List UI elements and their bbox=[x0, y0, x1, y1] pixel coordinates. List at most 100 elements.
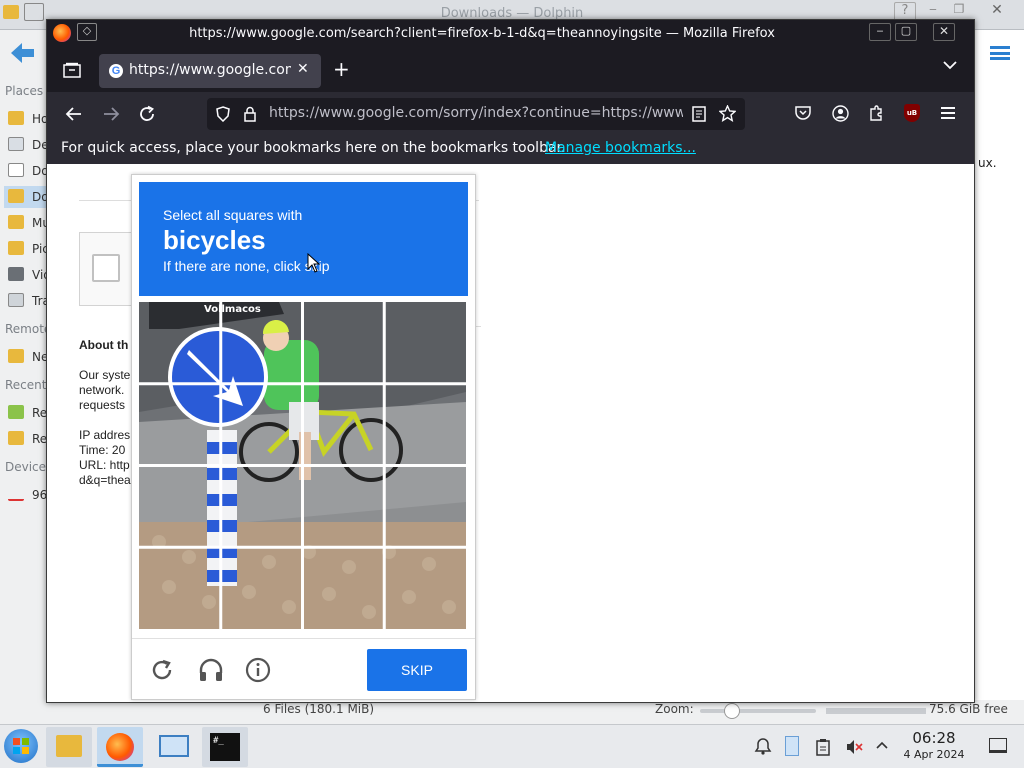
folder-videos-icon bbox=[8, 267, 24, 281]
grid-tile-r1c4[interactable] bbox=[385, 302, 466, 384]
lock-icon[interactable] bbox=[243, 106, 257, 122]
pocket-icon[interactable] bbox=[795, 106, 811, 121]
zoom-slider-handle[interactable] bbox=[724, 703, 740, 719]
grid-tile-r1c1[interactable] bbox=[139, 302, 221, 384]
tracking-protection-shield-icon[interactable] bbox=[216, 106, 230, 122]
url-line: URL: http bbox=[79, 458, 130, 472]
folder-desktop-icon bbox=[8, 137, 24, 151]
account-icon[interactable] bbox=[832, 105, 849, 122]
maximize-button[interactable]: ▢ bbox=[895, 23, 917, 41]
taskbar-firefox[interactable] bbox=[97, 727, 143, 767]
challenge-footer: SKIP bbox=[132, 638, 475, 700]
trash-icon bbox=[8, 293, 24, 307]
grid-tile-r4c3[interactable] bbox=[303, 548, 385, 629]
tab-title: https://www.google.com/ bbox=[129, 62, 291, 78]
grid-tile-r4c1[interactable] bbox=[139, 548, 221, 629]
back-icon[interactable] bbox=[65, 106, 83, 122]
recaptcha-checkbox[interactable] bbox=[92, 254, 120, 282]
folder-home-icon bbox=[8, 111, 24, 125]
query-line: d&q=thea bbox=[79, 473, 131, 487]
zoom-slider[interactable] bbox=[700, 703, 816, 719]
clock-date[interactable]: 4 Apr 2024 bbox=[896, 748, 972, 761]
status-zoom-label: Zoom: bbox=[655, 702, 694, 716]
reload-challenge-icon[interactable] bbox=[150, 658, 174, 682]
close-button[interactable]: ✕ bbox=[933, 23, 955, 41]
grid-tile-r2c3[interactable] bbox=[303, 384, 385, 466]
url-text[interactable]: https://www.google.com/sorry/index?conti… bbox=[269, 105, 683, 121]
grid-tile-r2c1[interactable] bbox=[139, 384, 221, 466]
tab-google[interactable]: G https://www.google.com/ ✕ bbox=[99, 54, 321, 88]
firefox-window: ◇ https://www.google.com/search?client=f… bbox=[46, 19, 975, 703]
bookmarks-hint: For quick access, place your bookmarks h… bbox=[61, 140, 566, 156]
dolphin-close-button[interactable]: ✕ bbox=[986, 2, 1008, 22]
time-line: Time: 20 bbox=[79, 443, 126, 457]
window-title: https://www.google.com/search?client=fir… bbox=[189, 26, 775, 41]
grid-tile-r1c2[interactable] bbox=[221, 302, 303, 384]
body-line-1: Our syste bbox=[79, 368, 131, 382]
app-menu-icon[interactable] bbox=[941, 107, 955, 119]
grid-tile-r2c4[interactable] bbox=[385, 384, 466, 466]
show-hidden-icons-chevron-icon[interactable] bbox=[876, 741, 888, 749]
forward-icon[interactable] bbox=[102, 106, 120, 122]
challenge-target: bicycles bbox=[163, 225, 266, 255]
status-files: 6 Files (180.1 MiB) bbox=[263, 702, 375, 716]
challenge-header: Select all squares with bicycles If ther… bbox=[139, 182, 468, 296]
grid-tile-r3c2[interactable] bbox=[221, 466, 303, 548]
bookmark-star-icon[interactable] bbox=[719, 105, 736, 122]
challenge-image-grid: Vollmacos bbox=[139, 302, 466, 629]
body-line-3: requests bbox=[79, 398, 126, 412]
grid-tile-r3c4[interactable] bbox=[385, 466, 466, 548]
dolphin-statusbar: 6 Files (180.1 MiB) Zoom: 75.6 GiB free bbox=[0, 700, 1024, 724]
manage-bookmarks-link[interactable]: Manage bookmarks... bbox=[545, 140, 696, 156]
tab-close-icon[interactable]: ✕ bbox=[297, 61, 309, 77]
extensions-icon[interactable] bbox=[868, 105, 885, 122]
ublock-origin-icon[interactable]: uB bbox=[904, 104, 920, 122]
url-bar[interactable]: https://www.google.com/sorry/index?conti… bbox=[207, 98, 745, 130]
info-text-fragment: ux. bbox=[978, 156, 997, 170]
clipboard-applet-icon[interactable] bbox=[785, 736, 799, 756]
places-heading: Places bbox=[5, 84, 44, 98]
help-info-icon[interactable] bbox=[245, 657, 271, 683]
grid-tile-r3c1[interactable] bbox=[139, 466, 221, 548]
taskbar: #_ 06:28 4 Apr 2024 bbox=[0, 724, 1024, 768]
grid-tile-r2c2[interactable] bbox=[221, 384, 303, 466]
free-space-bar bbox=[826, 708, 926, 714]
drive-icon bbox=[8, 487, 24, 501]
page-content: About th Our syste network. requests IP … bbox=[47, 164, 974, 702]
minimize-button[interactable]: ‒ bbox=[869, 23, 891, 41]
skip-button[interactable]: SKIP bbox=[367, 649, 467, 691]
notifications-bell-icon[interactable] bbox=[754, 737, 772, 755]
back-arrow-icon[interactable] bbox=[8, 40, 36, 66]
grid-tile-r3c3[interactable] bbox=[303, 466, 385, 548]
audio-challenge-icon[interactable] bbox=[198, 657, 224, 683]
about-heading: About th bbox=[79, 338, 129, 352]
new-tab-icon[interactable]: + bbox=[333, 57, 350, 81]
clock-time[interactable]: 06:28 bbox=[900, 729, 968, 747]
challenge-instruction: Select all squares with bbox=[163, 207, 303, 223]
recent-locations-icon bbox=[8, 431, 24, 445]
list-tabs-chevron-icon[interactable] bbox=[943, 60, 957, 70]
start-menu-icon[interactable] bbox=[4, 729, 38, 763]
navigation-toolbar: https://www.google.com/sorry/index?conti… bbox=[47, 92, 974, 136]
folder-icon bbox=[56, 735, 82, 757]
show-desktop-icon[interactable] bbox=[989, 738, 1007, 753]
dolphin-right-panel: ux. bbox=[972, 30, 1024, 700]
recaptcha-challenge: Select all squares with bicycles If ther… bbox=[131, 174, 476, 700]
recent-heading: Recent bbox=[5, 378, 47, 392]
recent-files-icon bbox=[8, 405, 24, 419]
reader-view-icon[interactable] bbox=[692, 106, 706, 122]
taskbar-system-settings[interactable] bbox=[151, 727, 197, 767]
taskbar-file-manager[interactable] bbox=[46, 727, 92, 767]
hamburger-menu-icon[interactable] bbox=[990, 46, 1010, 60]
status-free: 75.6 GiB free bbox=[929, 702, 1008, 716]
firefox-pin-icon[interactable]: ◇ bbox=[77, 23, 97, 41]
remote-heading: Remote bbox=[5, 322, 52, 336]
grid-tile-r4c4[interactable] bbox=[385, 548, 466, 629]
grid-tile-r4c2[interactable] bbox=[221, 548, 303, 629]
device-notifier-icon[interactable] bbox=[815, 738, 831, 756]
taskbar-terminal[interactable]: #_ bbox=[202, 727, 248, 767]
tab-overview-icon[interactable] bbox=[63, 62, 81, 78]
reload-icon[interactable] bbox=[138, 105, 156, 123]
grid-tile-r1c3[interactable] bbox=[303, 302, 385, 384]
volume-muted-icon[interactable] bbox=[845, 738, 863, 756]
